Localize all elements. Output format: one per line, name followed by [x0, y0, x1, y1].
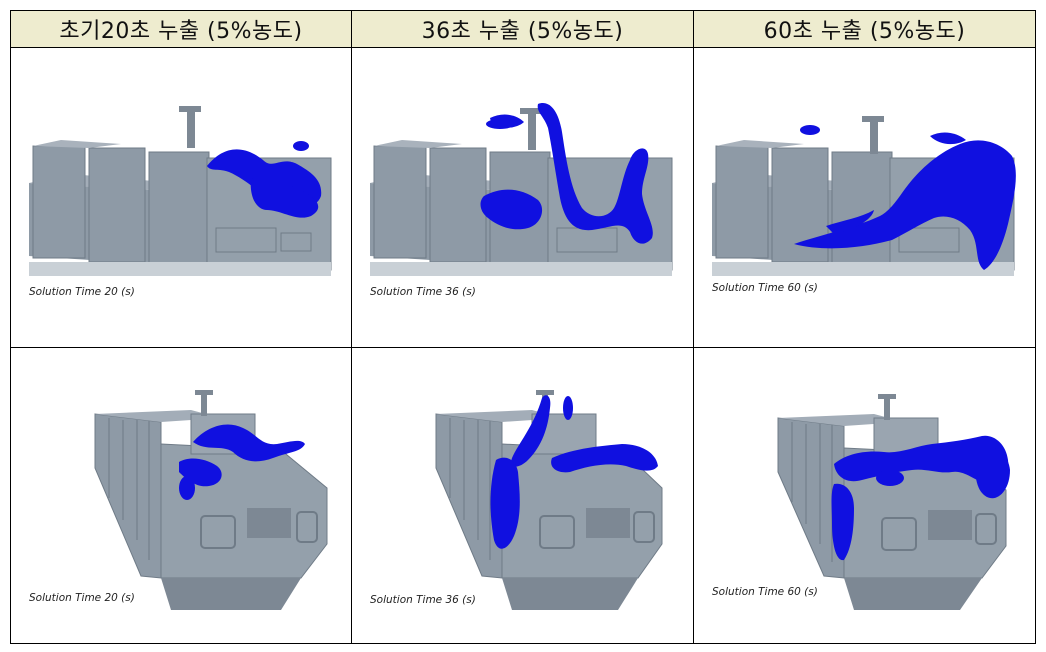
- caption-side-20s: Solution Time 20 (s): [29, 286, 135, 298]
- caption-stern-60s: Solution Time 60 (s): [712, 586, 818, 598]
- header-label-36s: 36초 누출 (5%농도): [421, 19, 624, 44]
- cell-side-60s: Solution Time 60 (s): [693, 47, 1036, 348]
- caption-stern-36s: Solution Time 36 (s): [370, 594, 476, 606]
- cell-side-20s: Solution Time 20 (s): [10, 47, 352, 348]
- cell-stern-60s: Solution Time 60 (s): [693, 347, 1036, 644]
- ship-side-image-60s: [712, 116, 1016, 276]
- caption-side-36s: Solution Time 36 (s): [370, 286, 476, 298]
- header-cell-36s: 36초 누출 (5%농도): [351, 10, 694, 48]
- caption-side-60s: Solution Time 60 (s): [712, 282, 818, 294]
- header-label-60s: 60초 누출 (5%농도): [763, 19, 966, 44]
- cell-side-36s: Solution Time 36 (s): [351, 47, 694, 348]
- header-cell-20s: 초기20초 누출 (5%농도): [10, 10, 352, 48]
- caption-stern-20s: Solution Time 20 (s): [29, 592, 135, 604]
- ship-stern-image-60s: [777, 394, 1010, 610]
- cell-stern-20s: Solution Time 20 (s): [10, 347, 352, 644]
- header-cell-60s: 60초 누출 (5%농도): [693, 10, 1036, 48]
- ship-side-image-36s: [370, 103, 673, 276]
- cell-stern-36s: Solution Time 36 (s): [351, 347, 694, 644]
- ship-side-image-20s: [29, 106, 332, 276]
- header-label-20s: 초기20초 누출 (5%농도): [59, 19, 303, 44]
